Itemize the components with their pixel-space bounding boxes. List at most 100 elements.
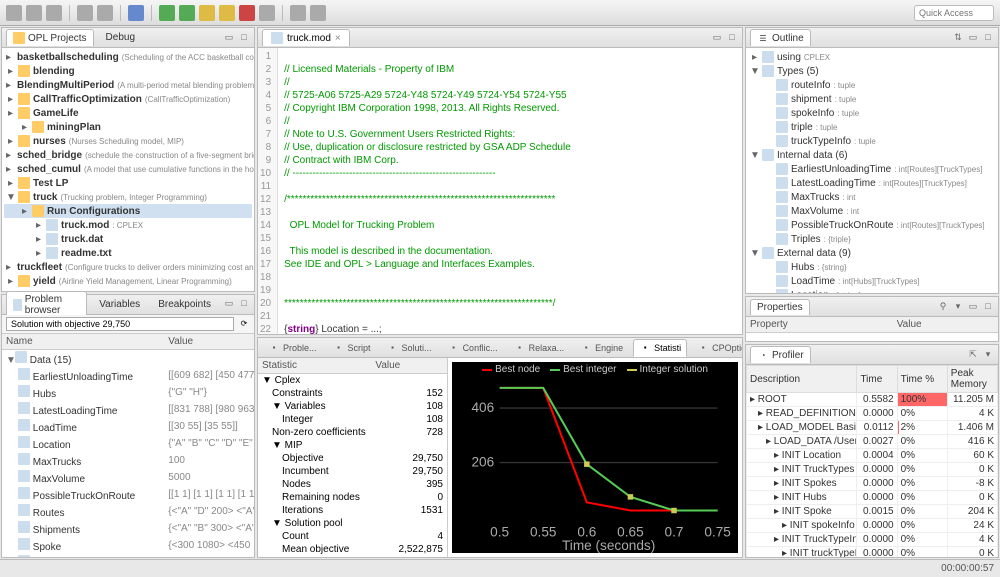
project-item[interactable]: ▸truck.dat — [4, 232, 252, 246]
project-item[interactable]: ▸readme.txt — [4, 246, 252, 260]
code-editor[interactable]: 1234567891011121314151617181920212223242… — [258, 48, 742, 334]
profiler-row[interactable]: ▸ READ_DEFINITION truck0.00000%4 K — [747, 407, 998, 421]
twisty-icon[interactable]: ▼ — [6, 355, 15, 366]
menu-icon[interactable]: ▾ — [952, 301, 964, 313]
data-row[interactable]: EarliestUnloadingTime[[609 682] [450 477… — [2, 367, 254, 384]
col-property[interactable]: Property — [746, 317, 893, 333]
twisty-icon[interactable]: ▸ — [6, 178, 15, 189]
bottom-tab[interactable]: ▪Script — [327, 339, 377, 357]
forward-icon[interactable] — [310, 5, 326, 21]
maximize-icon[interactable]: □ — [238, 298, 250, 310]
outline-item[interactable]: shipment : tuple — [748, 92, 996, 106]
data-row[interactable]: Spokes{"A" "B" "C" "D" "E" "F"} — [2, 554, 254, 558]
profiler-row[interactable]: ▸ INIT Spoke0.00150%204 K — [747, 505, 998, 519]
outline-item[interactable]: PossibleTruckOnRoute : int[Routes][Truck… — [748, 218, 996, 232]
twisty-icon[interactable]: ▸ — [6, 52, 11, 63]
data-row[interactable]: Hubs{"G" "H"} — [2, 384, 254, 401]
project-item[interactable]: ▸basketballscheduling (Scheduling of the… — [4, 50, 252, 64]
profiler-row[interactable]: ▸ INIT TruckTypeInfos0.00000%4 K — [747, 533, 998, 547]
project-item[interactable]: ▸truckfleet (Configure trucks to deliver… — [4, 260, 252, 274]
stat-row[interactable]: Iterations1531 — [258, 504, 447, 517]
stat-row[interactable]: Nodes395 — [258, 478, 447, 491]
stop-icon[interactable] — [239, 5, 255, 21]
col-stat-value[interactable]: Value — [371, 358, 447, 374]
data-row[interactable]: LatestLoadingTime[[831 788] [980 963] [8… — [2, 401, 254, 418]
outline-item[interactable]: ▼Types (5) — [748, 64, 996, 78]
stat-row[interactable]: Mean objective2,522,875 — [258, 543, 447, 556]
stat-row[interactable]: ▼ Variables108 — [258, 400, 447, 413]
stat-row[interactable]: ▼ MIP — [258, 439, 447, 452]
project-item[interactable]: ▸sched_cumul (A model that use cumulativ… — [4, 162, 252, 176]
stat-row[interactable]: Objective29,750 — [258, 452, 447, 465]
editor-tab-truckmod[interactable]: truck.mod × — [262, 29, 350, 46]
tab-properties[interactable]: Properties — [750, 299, 810, 315]
data-row[interactable]: PossibleTruckOnRoute[[1 1] [1 1] [1 1] [… — [2, 486, 254, 503]
minimize-icon[interactable]: ▭ — [223, 32, 235, 44]
twisty-icon[interactable]: ▸ — [6, 276, 15, 287]
col-statistic[interactable]: Statistic — [258, 358, 371, 374]
outline-item[interactable]: truckTypeInfo : tuple — [748, 134, 996, 148]
outline-item[interactable]: ▼Internal data (6) — [748, 148, 996, 162]
data-row[interactable]: LoadTime[[30 55] [35 55]] — [2, 418, 254, 435]
profiler-row[interactable]: ▸ LOAD_MODEL Basic Configuration-0x7f895… — [747, 421, 998, 435]
minimize-icon[interactable]: ▭ — [223, 298, 235, 310]
close-icon[interactable]: × — [335, 33, 341, 44]
undo-icon[interactable] — [77, 5, 93, 21]
project-item[interactable]: ▸blending — [4, 64, 252, 78]
profiler-row[interactable]: ▸ INIT Location0.00040%60 K — [747, 449, 998, 463]
col-name[interactable]: Name — [2, 334, 164, 350]
twisty-icon[interactable]: ▸ — [750, 52, 759, 63]
data-row[interactable]: Spoke{<300 1080> <450 1150> <370 9... — [2, 537, 254, 554]
outline-item[interactable]: EarliestUnloadingTime : int[Routes][Truc… — [748, 162, 996, 176]
col-time-pct[interactable]: Time % — [897, 366, 947, 393]
run-icon[interactable] — [159, 5, 175, 21]
twisty-icon[interactable]: ▼ — [750, 150, 759, 161]
bottom-tab[interactable]: ▪Conflic... — [442, 339, 504, 357]
twisty-icon[interactable]: ▸ — [20, 122, 29, 133]
project-item[interactable]: ▸Test LP — [4, 176, 252, 190]
twisty-icon[interactable]: ▸ — [6, 164, 11, 175]
twisty-icon[interactable]: ▸ — [34, 248, 43, 259]
profiler-row[interactable]: ▸ LOAD_DATA /Users/nodet/BM/ILOG/CPLE...… — [747, 435, 998, 449]
data-row[interactable]: MaxTrucks100 — [2, 452, 254, 469]
bottom-tab[interactable]: ▪Statisti — [633, 339, 687, 357]
twisty-icon[interactable]: ▸ — [6, 66, 15, 77]
data-row[interactable]: Routes{<"A" "D" 200> <"A" "E" 59> <"... — [2, 503, 254, 520]
back-icon[interactable] — [290, 5, 306, 21]
project-item[interactable]: ▸yield (Airline Yield Management, Linear… — [4, 274, 252, 288]
export-icon[interactable]: ⇱ — [967, 349, 979, 361]
outline-item[interactable]: Hubs : {string} — [748, 260, 996, 274]
outline-item[interactable]: ▼External data (9) — [748, 246, 996, 260]
project-item[interactable]: ▸nurses (Nurses Scheduling model, MIP) — [4, 134, 252, 148]
maximize-icon[interactable]: □ — [726, 32, 738, 44]
project-item[interactable]: ▸GameLife — [4, 106, 252, 120]
col-description[interactable]: Description — [747, 366, 857, 393]
profiler-row[interactable]: ▸ ROOT0.5582100%11.205 M — [747, 393, 998, 407]
refresh-icon[interactable]: ⟳ — [238, 318, 250, 330]
project-item[interactable]: ▸miningPlan — [4, 120, 252, 134]
twisty-icon[interactable]: ▸ — [6, 94, 15, 105]
tab-breakpoints[interactable]: Breakpoints — [152, 297, 217, 312]
stat-row[interactable]: ▼ Cplex — [258, 374, 447, 388]
col-peak-mem[interactable]: Peak Memory — [947, 366, 997, 393]
project-item[interactable]: ▸Run Configurations — [4, 204, 252, 218]
data-row[interactable]: Shipments{<"A" "B" 300> <"A" "C" 250> <.… — [2, 520, 254, 537]
tab-opl-projects[interactable]: OPL Projects — [6, 29, 94, 46]
twisty-icon[interactable]: ▸ — [6, 150, 11, 161]
sort-icon[interactable]: ⇅ — [952, 32, 964, 44]
menu-icon[interactable]: ▾ — [982, 349, 994, 361]
outline-item[interactable]: LatestLoadingTime : int[Routes][TruckTyp… — [748, 176, 996, 190]
redo-icon[interactable] — [97, 5, 113, 21]
step-icon[interactable] — [199, 5, 215, 21]
profiler-row[interactable]: ▸ INIT Hubs0.00000%0 K — [747, 491, 998, 505]
twisty-icon[interactable]: ▸ — [6, 80, 11, 91]
bottom-tab[interactable]: ▪Soluti... — [381, 339, 438, 357]
stat-row[interactable]: Remaining nodes0 — [258, 491, 447, 504]
tab-profiler[interactable]: ◔Profiler — [750, 346, 811, 363]
twisty-icon[interactable]: ▸ — [20, 206, 29, 217]
tab-problem-browser[interactable]: Problem browser — [6, 291, 87, 318]
minimize-icon[interactable]: ▭ — [711, 32, 723, 44]
new-icon[interactable] — [6, 5, 22, 21]
profiler-row[interactable]: ▸ INIT spokeInfo0.00000%24 K — [747, 519, 998, 533]
maximize-icon[interactable]: □ — [982, 301, 994, 313]
